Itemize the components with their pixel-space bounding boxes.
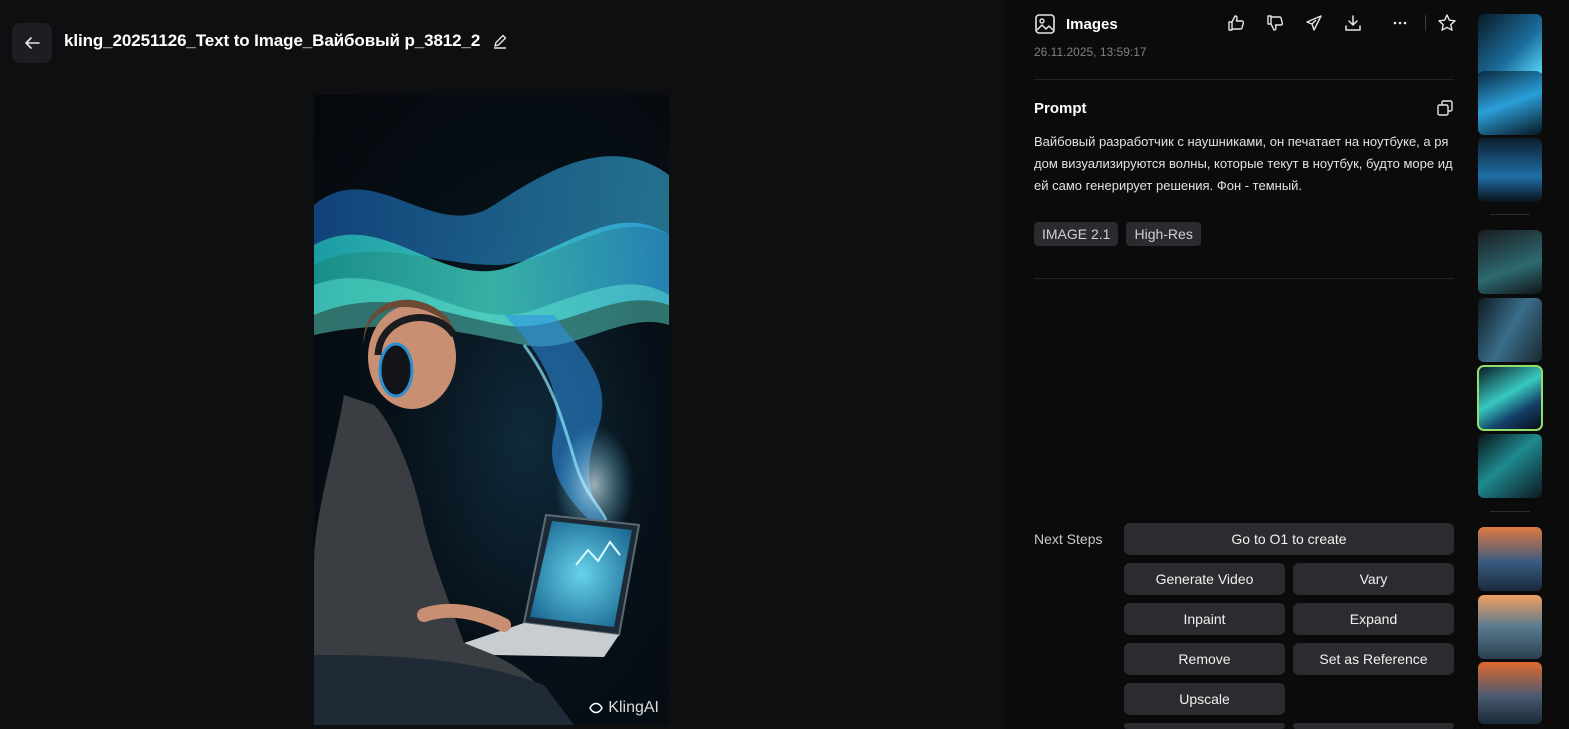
prompt-label: Prompt <box>1034 100 1087 117</box>
thumbs-up-icon <box>1228 15 1245 31</box>
thumbnail[interactable] <box>1478 298 1542 362</box>
thumbnail[interactable] <box>1478 595 1542 659</box>
prompt-text: Вайбовый разработчик с наушниками, он пе… <box>1034 131 1456 197</box>
prompt-line: дом визуализируются волны, которые текут… <box>1034 156 1453 171</box>
generated-image-art <box>314 156 669 725</box>
page-title: kling_20251126_Text to Image_Вайбовый р_… <box>64 31 481 50</box>
set-as-reference-button[interactable]: Set as Reference <box>1293 643 1454 675</box>
action-divider <box>1425 15 1426 31</box>
resolution-tag: High-Res <box>1126 222 1201 246</box>
kling-logo-icon <box>589 702 604 714</box>
title-bar: kling_20251126_Text to Image_Вайбовый р_… <box>64 31 510 51</box>
back-button[interactable] <box>12 23 52 63</box>
action-bar <box>1208 12 1458 34</box>
thumbnail[interactable] <box>1478 527 1542 591</box>
history-thumbnails <box>1466 0 1569 729</box>
prompt-line: ей само генерирует решения. Фон - темный… <box>1034 178 1303 193</box>
image-icon <box>1035 14 1055 34</box>
thumbnail-selected[interactable] <box>1477 365 1543 431</box>
rename-button[interactable] <box>490 31 510 51</box>
upscale-button[interactable]: Upscale <box>1124 683 1285 715</box>
thumbnail-divider <box>1490 511 1530 512</box>
pencil-icon <box>494 34 507 49</box>
vary-button[interactable]: Vary <box>1293 563 1454 595</box>
go-to-o1-button[interactable]: Go to O1 to create <box>1124 523 1454 555</box>
dislike-button[interactable] <box>1264 12 1286 34</box>
details-panel: Images 26.11.2025, 13:59:17 Prompt Вайбо… <box>1003 0 1466 729</box>
thumbnail[interactable] <box>1478 138 1542 202</box>
send-icon <box>1306 15 1322 31</box>
prompt-line: Вайбовый разработчик с наушниками, он пе… <box>1034 134 1449 149</box>
share-button[interactable] <box>1303 12 1325 34</box>
panel-header: Images <box>1034 12 1458 36</box>
hidden-step-button[interactable] <box>1124 723 1285 729</box>
model-tag: IMAGE 2.1 <box>1034 222 1119 246</box>
copy-icon <box>1437 100 1453 116</box>
thumbnail[interactable] <box>1478 434 1542 498</box>
thumbnail[interactable] <box>1478 230 1542 294</box>
thumbs-down-icon <box>1267 15 1284 31</box>
star-icon <box>1438 14 1456 31</box>
hidden-step-button[interactable] <box>1293 723 1454 729</box>
arrow-left-icon <box>25 37 40 49</box>
thumbnail[interactable] <box>1478 14 1542 78</box>
model-tags: IMAGE 2.1 High-Res <box>1034 222 1201 246</box>
more-button[interactable] <box>1389 12 1411 34</box>
favorite-button[interactable] <box>1436 12 1458 34</box>
remove-button[interactable]: Remove <box>1124 643 1285 675</box>
next-steps-label: Next Steps <box>1034 531 1103 547</box>
generate-video-button[interactable]: Generate Video <box>1124 563 1285 595</box>
download-button[interactable] <box>1342 12 1364 34</box>
thumbnail[interactable] <box>1478 662 1542 724</box>
watermark-text: KlingAI <box>608 699 659 716</box>
thumbnail-divider <box>1490 214 1530 215</box>
divider <box>1034 278 1454 279</box>
created-timestamp: 26.11.2025, 13:59:17 <box>1034 45 1147 59</box>
image-viewer: kling_20251126_Text to Image_Вайбовый р_… <box>0 0 1003 729</box>
thumbnail[interactable] <box>1478 71 1542 135</box>
like-button[interactable] <box>1225 12 1247 34</box>
inpaint-button[interactable]: Inpaint <box>1124 603 1285 635</box>
divider <box>1034 79 1454 80</box>
expand-button[interactable]: Expand <box>1293 603 1454 635</box>
generated-image[interactable]: KlingAI <box>314 95 669 725</box>
more-icon <box>1393 21 1407 25</box>
copy-prompt-button[interactable] <box>1436 99 1454 117</box>
download-icon <box>1345 15 1361 31</box>
section-title: Images <box>1066 15 1118 33</box>
watermark: KlingAI <box>588 699 659 717</box>
